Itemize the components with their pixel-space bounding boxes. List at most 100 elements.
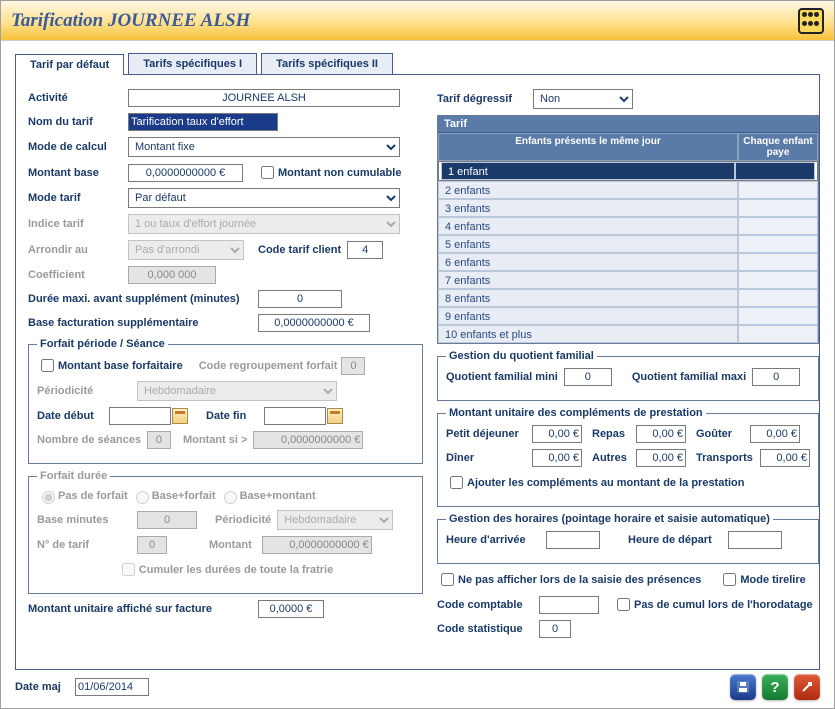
activite-field[interactable] (128, 89, 400, 107)
forfait-duree-opt3-label: Base+montant (240, 490, 316, 502)
date-maj-label: Date maj (15, 681, 75, 693)
tarif-row[interactable]: 8 enfants (438, 289, 818, 307)
tarif-row[interactable]: 5 enfants (438, 235, 818, 253)
mode-tirelire-label: Mode tirelire (740, 574, 805, 586)
tarif-row-value (738, 271, 818, 289)
gestion-qf-legend: Gestion du quotient familial (446, 350, 597, 362)
montant-base-forfaitaire-check[interactable] (41, 359, 54, 372)
tarif-row[interactable]: 10 enfants et plus (438, 325, 818, 343)
ajouter-complements-check[interactable] (450, 476, 463, 489)
save-icon (736, 680, 750, 694)
qf-maxi-field[interactable] (752, 368, 800, 386)
forfait-montant-field (262, 536, 372, 554)
code-regroupement-field (341, 357, 365, 375)
tarif-row[interactable]: 4 enfants (438, 217, 818, 235)
heure-arrivee-label: Heure d'arrivée (446, 534, 546, 546)
date-fin-field[interactable] (264, 407, 326, 425)
complements-fieldset: Montant unitaire des compléments de pres… (437, 407, 819, 507)
duree-maxi-field[interactable] (258, 290, 342, 308)
footer: Date maj ? (15, 674, 820, 700)
heure-depart-field[interactable] (728, 531, 782, 549)
tarif-col-enfants: Enfants présents le même jour (438, 133, 738, 161)
arrondir-select: Pas d'arrondi (128, 240, 244, 260)
montant-non-cumulable-check[interactable] (261, 166, 274, 179)
code-statistique-label: Code statistique (437, 623, 539, 635)
n-tarif-label: N° de tarif (37, 539, 137, 551)
montant-base-forfaitaire-label: Montant base forfaitaire (58, 360, 183, 372)
montant-unitaire-facture-field[interactable] (258, 600, 324, 618)
diner-field[interactable] (532, 449, 582, 467)
montant-non-cumulable-label: Montant non cumulable (278, 167, 401, 179)
indice-tarif-select: 1 ou taux d'effort journée (128, 214, 400, 234)
nom-tarif-field[interactable] (128, 113, 278, 131)
tarif-row[interactable]: 6 enfants (438, 253, 818, 271)
tarif-row-value (738, 307, 818, 325)
tarif-row[interactable]: 1 enfant (438, 161, 818, 181)
code-comptable-field[interactable] (539, 596, 599, 614)
code-statistique-field[interactable] (539, 620, 571, 638)
periodicite2-select: Hebdomadaire (277, 510, 393, 530)
exit-button[interactable] (794, 674, 820, 700)
mode-tirelire-check[interactable] (723, 573, 736, 586)
forfait-duree-legend: Forfait durée (37, 470, 110, 482)
pas-de-cumul-check[interactable] (617, 598, 630, 611)
cumuler-label: Cumuler les durées de toute la fratrie (139, 564, 333, 576)
tarif-row-value (738, 217, 818, 235)
date-debut-field[interactable] (109, 407, 171, 425)
activite-label: Activité (28, 92, 128, 104)
gouter-field[interactable] (750, 425, 800, 443)
tab-tarifs-spec-1[interactable]: Tarifs spécifiques I (128, 53, 257, 74)
autres-field[interactable] (636, 449, 686, 467)
tarif-row-label: 6 enfants (438, 253, 738, 271)
tarif-row-value (738, 199, 818, 217)
tarif-degressif-label: Tarif dégressif (437, 93, 533, 105)
tarif-row[interactable]: 7 enfants (438, 271, 818, 289)
gestion-qf-fieldset: Gestion du quotient familial Quotient fa… (437, 350, 819, 401)
heure-arrivee-field[interactable] (546, 531, 600, 549)
tarif-degressif-select[interactable]: Non (533, 89, 633, 109)
tarif-row-value (738, 181, 818, 199)
qf-mini-field[interactable] (564, 368, 612, 386)
n-tarif-field (137, 536, 167, 554)
tarif-row[interactable]: 2 enfants (438, 181, 818, 199)
tarif-row-value (738, 325, 818, 343)
petit-dej-field[interactable] (532, 425, 582, 443)
ne-pas-afficher-check[interactable] (441, 573, 454, 586)
code-regroupement-label: Code regroupement forfait (199, 360, 338, 372)
code-tarif-client-field[interactable] (347, 241, 383, 259)
app-icon (798, 8, 824, 34)
tabstrip: Tarif par défaut Tarifs spécifiques I Ta… (1, 41, 834, 74)
forfait-duree-opt1 (42, 491, 55, 504)
tarif-row-value (738, 289, 818, 307)
transports-field[interactable] (760, 449, 810, 467)
date-maj-field[interactable] (75, 678, 149, 696)
tarif-row[interactable]: 9 enfants (438, 307, 818, 325)
tarif-rows: 1 enfant2 enfants3 enfants4 enfants5 enf… (438, 161, 818, 343)
mode-tarif-select[interactable]: Par défaut (128, 188, 400, 208)
transports-label: Transports (696, 452, 760, 464)
tab-page: Activité Nom du tarif Mode de calcul Mon… (15, 74, 820, 670)
forfait-duree-fieldset: Forfait durée Pas de forfait Base+forfai… (28, 470, 423, 594)
tarif-row-value (738, 253, 818, 271)
repas-field[interactable] (636, 425, 686, 443)
date-fin-calendar-icon[interactable] (327, 408, 343, 424)
tab-tarif-defaut[interactable]: Tarif par défaut (15, 54, 124, 75)
diner-label: Dîner (446, 452, 532, 464)
mode-calcul-select[interactable]: Montant fixe (128, 137, 400, 157)
indice-tarif-label: Indice tarif (28, 218, 128, 230)
tarif-row-label: 1 enfant (441, 162, 735, 180)
montant-base-field[interactable] (128, 164, 243, 182)
tarif-row-label: 7 enfants (438, 271, 738, 289)
tarif-row[interactable]: 3 enfants (438, 199, 818, 217)
forfait-duree-opt2 (136, 491, 149, 504)
base-minutes-label: Base minutes (37, 514, 137, 526)
forfait-periode-fieldset: Forfait période / Séance Montant base fo… (28, 338, 423, 464)
horaires-fieldset: Gestion des horaires (pointage horaire e… (437, 513, 819, 564)
tab-tarifs-spec-2[interactable]: Tarifs spécifiques II (261, 53, 393, 74)
save-button[interactable] (730, 674, 756, 700)
help-button[interactable]: ? (762, 674, 788, 700)
forfait-duree-opt1-label: Pas de forfait (58, 490, 128, 502)
date-debut-calendar-icon[interactable] (172, 408, 188, 424)
periodicite-label: Périodicité (37, 385, 137, 397)
base-fact-supp-field[interactable] (258, 314, 370, 332)
